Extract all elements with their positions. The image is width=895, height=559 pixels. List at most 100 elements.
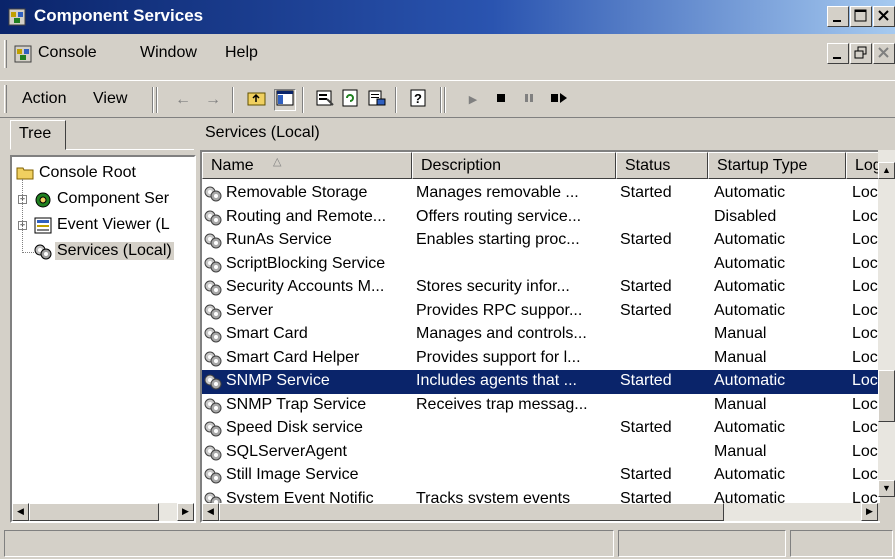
cell-name: SQLServerAgent: [226, 442, 347, 460]
cell-status: Started: [620, 301, 672, 319]
arrow-right-icon: ▶: [182, 506, 189, 516]
child-close-button[interactable]: [873, 43, 895, 64]
child-minimize-button[interactable]: [827, 43, 849, 64]
action-menu[interactable]: Action: [22, 90, 66, 108]
up-level-button[interactable]: [246, 89, 268, 111]
cell-startup-type: Automatic: [714, 301, 786, 319]
service-row[interactable]: ScriptBlocking Service Automatic Loc: [202, 253, 878, 277]
export-list-icon: [368, 90, 386, 106]
maximize-button[interactable]: [850, 6, 872, 27]
list-horizontal-scrollbar[interactable]: ◀ ▶: [202, 503, 878, 521]
cell-status: Started: [620, 184, 672, 201]
minimize-icon: [833, 57, 841, 59]
arrow-up-icon: ▲: [882, 165, 891, 175]
restart-service-button[interactable]: [548, 89, 570, 111]
folder-icon: [16, 167, 34, 180]
tree-node-label: Event Viewer (L: [57, 216, 170, 233]
stop-icon: [497, 94, 505, 102]
back-button[interactable]: ←: [172, 89, 194, 111]
service-gear-icon: [204, 209, 222, 226]
services-list[interactable]: Name △ Description Status Startup Type L…: [200, 150, 880, 523]
list-vertical-scrollbar[interactable]: ▲ ▼: [878, 150, 895, 497]
component-services-icon: [8, 8, 26, 26]
scroll-right-button[interactable]: ▶: [861, 503, 878, 521]
service-row[interactable]: SQLServerAgent Manual Loc: [202, 441, 878, 465]
cell-description: Enables starting proc...: [416, 231, 580, 248]
cell-logon: Loc: [852, 419, 878, 436]
service-row[interactable]: Smart Card Helper Provides support for l.…: [202, 347, 878, 371]
minimize-button[interactable]: [827, 6, 849, 27]
show-hide-tree-button[interactable]: [274, 89, 296, 111]
menu-window[interactable]: Window: [140, 44, 197, 62]
service-row[interactable]: SNMP Trap Service Receives trap messag...…: [202, 394, 878, 418]
tree-tab[interactable]: Tree: [10, 120, 66, 150]
cell-logon: Loc: [852, 395, 878, 413]
restart-icon: [551, 93, 567, 103]
svg-text:?: ?: [414, 91, 422, 106]
cell-logon: Loc: [852, 231, 878, 248]
cell-status: Started: [620, 372, 672, 389]
service-row[interactable]: Still Image Service Started Automatic Loc: [202, 464, 878, 488]
cell-logon: Loc: [852, 254, 878, 272]
cell-name: Smart Card Helper: [226, 348, 360, 366]
column-header-startup-type[interactable]: Startup Type: [708, 152, 846, 179]
cell-startup-type: Automatic: [714, 372, 786, 389]
menu-console[interactable]: Console: [38, 44, 97, 62]
list-horizontal-thumb[interactable]: [219, 503, 724, 521]
stop-service-button[interactable]: [490, 89, 512, 111]
scroll-right-button[interactable]: ▶: [177, 503, 194, 521]
cell-logon: Loc: [852, 207, 878, 225]
help-button[interactable]: ?: [408, 89, 430, 111]
service-row[interactable]: Server Provides RPC suppor... Started Autom…: [202, 300, 878, 324]
window-title: Component Services: [34, 6, 204, 25]
service-row[interactable]: Speed Disk service Started Automatic Loc: [202, 417, 878, 441]
refresh-button[interactable]: [340, 89, 362, 111]
cell-startup-type: Disabled: [714, 207, 777, 225]
cell-logon: Loc: [852, 278, 878, 295]
menubar-grip[interactable]: [4, 40, 7, 68]
tree-horizontal-scrollbar[interactable]: ◀ ▶: [12, 503, 194, 521]
list-scroll-thumb[interactable]: [878, 370, 895, 422]
service-row[interactable]: Removable Storage Manages removable ... St…: [202, 182, 878, 206]
tree-scroll-thumb[interactable]: [29, 503, 159, 521]
scroll-up-button[interactable]: ▲: [878, 162, 895, 179]
tree-tab-line: [66, 149, 194, 150]
scroll-left-button[interactable]: ◀: [202, 503, 219, 521]
pause-service-button[interactable]: [518, 89, 540, 111]
export-list-button[interactable]: [366, 89, 388, 111]
toolbar-separator: [440, 87, 442, 113]
forward-button[interactable]: →: [202, 89, 224, 111]
column-header-name[interactable]: Name △: [202, 152, 412, 179]
service-gear-icon: [204, 279, 222, 296]
service-row[interactable]: RunAs Service Enables starting proc... Sta…: [202, 229, 878, 253]
column-header-status[interactable]: Status: [616, 152, 708, 179]
column-header-logon[interactable]: Log: [846, 152, 878, 179]
cell-status: Started: [620, 466, 672, 483]
tree-node-label: Component Ser: [57, 190, 170, 207]
service-row[interactable]: Routing and Remote... Offers routing serv…: [202, 206, 878, 230]
service-row[interactable]: Smart Card Manages and controls... Manual L…: [202, 323, 878, 347]
properties-button[interactable]: [314, 89, 336, 111]
scroll-left-button[interactable]: ◀: [12, 503, 29, 521]
sort-ascending-icon: △: [273, 156, 282, 168]
service-row[interactable]: Security Accounts M... Stores security in…: [202, 276, 878, 300]
view-menu[interactable]: View: [93, 90, 127, 108]
arrow-right-icon: →: [205, 91, 221, 108]
close-button[interactable]: [873, 6, 895, 27]
service-row[interactable]: SNMP Service Includes agents that ... Star…: [202, 370, 878, 394]
service-gear-icon: [204, 326, 222, 343]
scroll-down-button[interactable]: ▼: [878, 480, 895, 497]
title-bar[interactable]: Component Services: [0, 0, 895, 34]
menu-help[interactable]: Help: [225, 44, 258, 62]
tree-pane[interactable]: Console Root + Component Ser + Event Vie…: [10, 155, 196, 523]
child-restore-button[interactable]: [850, 43, 872, 64]
menu-bar: Console Window Help: [0, 38, 895, 70]
toolbar-grip[interactable]: [4, 85, 7, 113]
event-viewer-icon: [34, 217, 52, 234]
start-service-button[interactable]: ▶: [462, 89, 484, 111]
pause-icon: [525, 94, 533, 102]
tree-node-label: Services (Local): [55, 242, 174, 260]
cell-startup-type: Manual: [714, 348, 767, 366]
refresh-icon: [342, 89, 358, 107]
column-header-description[interactable]: Description: [412, 152, 616, 179]
